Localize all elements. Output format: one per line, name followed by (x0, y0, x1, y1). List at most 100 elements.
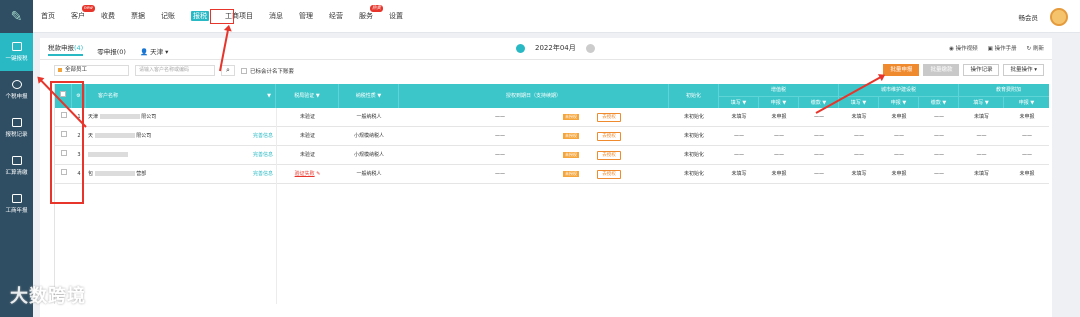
vat-pay: —— (814, 133, 824, 139)
col-taxpayer[interactable]: 纳税性质 ▼ (339, 84, 399, 108)
edu-fill[interactable]: 未填写 (959, 108, 1004, 127)
nav-bills[interactable]: 票据 (123, 0, 153, 33)
search-icon[interactable]: ⌕ (221, 65, 235, 76)
nav-messages[interactable]: 消息 (261, 0, 291, 33)
customer-name[interactable]: 天津 限公司 (88, 108, 218, 127)
nav-settings[interactable]: 设置 (381, 0, 411, 33)
customer-name[interactable]: 包 营部 (88, 165, 218, 184)
city-declare[interactable]: 未申报 (879, 108, 919, 127)
city-pay: —— (934, 114, 944, 120)
sidebar-item-one-click-tax[interactable]: 一键报税 (0, 33, 33, 71)
vat-declare[interactable]: —— (759, 146, 799, 165)
city-fill[interactable]: 未填写 (839, 108, 879, 127)
nav-fees[interactable]: 收费 (93, 0, 123, 33)
edu-fill[interactable]: —— (959, 127, 1004, 146)
vat-fill[interactable]: —— (719, 146, 759, 165)
city-fill[interactable]: —— (839, 127, 879, 146)
avatar[interactable] (1050, 7, 1068, 26)
table-row[interactable]: 1 天津 限公司 未验证 一般纳税人 —— 未授权 去授权 未初始化 未填写 未… (55, 108, 1049, 127)
batch-op-button[interactable]: 批量操作 ▾ (1003, 64, 1044, 76)
init-status[interactable]: 未初始化 (669, 146, 719, 165)
customer-name[interactable] (88, 146, 218, 165)
top-ops: ◉ 操作视频 ▣ 操作手册 ↻ 刷新 (949, 44, 1044, 52)
edu-fill[interactable]: 未填写 (959, 165, 1004, 184)
vat-declare[interactable]: 未申报 (759, 108, 799, 127)
authorize-button[interactable]: 去授权 (590, 165, 628, 184)
video-link[interactable]: ◉ 操作视频 (949, 44, 978, 52)
col-auth: 授权到期日（支持续期） (399, 84, 669, 108)
checkbox[interactable] (241, 67, 247, 74)
city-declare[interactable]: —— (879, 146, 919, 165)
edu-declare[interactable]: —— (1004, 146, 1049, 165)
sidebar-item-personal-tax[interactable]: 个税申报 (0, 71, 33, 109)
nav-customer[interactable]: 客户 new (63, 0, 95, 33)
calendar-icon (11, 194, 22, 203)
nav-manage[interactable]: 管理 (291, 0, 321, 33)
authorize-button[interactable]: 去授权 (590, 108, 628, 127)
sidebar-item-annual-report[interactable]: 工商年报 (0, 185, 33, 223)
init-status[interactable]: 未初始化 (669, 165, 719, 184)
cert-status: 未验证 (299, 114, 315, 120)
vat-declare[interactable]: 未申报 (759, 165, 799, 184)
customer-name[interactable]: 天 限公司 (88, 127, 218, 146)
region-select[interactable]: 👤 天津 ▾ (140, 46, 169, 56)
records-icon (11, 118, 22, 127)
complete-info-link[interactable]: 完善信息 (235, 146, 275, 165)
nav-services[interactable]: 服务 热卖 (351, 0, 383, 33)
col-cert[interactable]: 税局验证 ▼ (276, 84, 339, 108)
vat-fill[interactable]: —— (719, 127, 759, 146)
batch-declare-button[interactable]: 批量申报 (883, 64, 920, 76)
nav-bookkeeping[interactable]: 记账 (153, 0, 183, 33)
nav-operations[interactable]: 经营 (321, 0, 351, 33)
city-declare[interactable]: —— (879, 127, 919, 146)
city-pay: —— (934, 152, 944, 158)
col-customer[interactable]: 客户名称 ▼ (86, 84, 276, 108)
col-edu-declare[interactable]: 申报 ▼ (1004, 96, 1049, 108)
tab-zero-declare[interactable]: 零申报(0) (97, 46, 126, 56)
nav-home[interactable]: 首页 (33, 0, 63, 33)
col-city-pay[interactable]: 缴款 ▼ (919, 96, 959, 108)
col-vat-declare[interactable]: 申报 ▼ (759, 96, 799, 108)
col-edu-fill[interactable]: 填写 ▼ (959, 96, 1004, 108)
sidebar-item-label: 汇算清缴 (5, 170, 28, 176)
table-row[interactable]: 2 天 限公司 完善信息 未验证 小规模纳税人 —— 未授权 去授权 未初始化 … (55, 127, 1049, 146)
member-label[interactable]: 畅会员 (1019, 12, 1039, 22)
manual-link[interactable]: ▣ 操作手册 (988, 44, 1017, 52)
complete-info-link[interactable] (235, 108, 275, 127)
filter-checkbox[interactable]: 已标会计名下账套 (241, 67, 294, 75)
calculator-icon (11, 156, 22, 165)
sidebar-item-tax-records[interactable]: 报税记录 (0, 109, 33, 147)
op-log-button[interactable]: 操作记录 (963, 64, 1000, 76)
employee-select[interactable]: 全部员工 (54, 65, 129, 76)
edu-declare[interactable]: —— (1004, 127, 1049, 146)
cert-status[interactable]: 验证失败 ✎ (276, 165, 339, 184)
edu-fill[interactable]: —— (959, 146, 1004, 165)
init-status[interactable]: 未初始化 (669, 127, 719, 146)
next-month-button[interactable] (585, 43, 595, 53)
complete-info-link[interactable]: 完善信息 (235, 165, 275, 184)
col-city-declare[interactable]: 申报 ▼ (879, 96, 919, 108)
vat-pay: —— (814, 152, 824, 158)
authorize-button[interactable]: 去授权 (590, 146, 628, 165)
complete-info-link[interactable]: 完善信息 (235, 127, 275, 146)
table-row[interactable]: 4 包 营部 完善信息 验证失败 ✎ 一般纳税人 —— 未授权 去授权 未初始化… (55, 165, 1049, 184)
authorize-button[interactable]: 去授权 (590, 127, 628, 146)
vat-fill[interactable]: 未填写 (719, 165, 759, 184)
col-vat-fill[interactable]: 填写 ▼ (719, 96, 759, 108)
prev-month-button[interactable] (516, 43, 525, 53)
refresh-link[interactable]: ↻ 刷新 (1027, 44, 1044, 52)
table-row[interactable]: 3 完善信息 未验证 小规模纳税人 —— 未授权 去授权 未初始化 —— —— … (55, 146, 1049, 165)
edu-declare[interactable]: 未申报 (1004, 108, 1049, 127)
init-status[interactable]: 未初始化 (669, 108, 719, 127)
city-fill[interactable]: 未填写 (839, 165, 879, 184)
sidebar-item-annual-settlement[interactable]: 汇算清缴 (0, 147, 33, 185)
city-fill[interactable]: —— (839, 146, 879, 165)
edu-declare[interactable]: 未申报 (1004, 165, 1049, 184)
tab-tax-declare[interactable]: 税款申报(4) (48, 42, 84, 56)
customer-table: ⚙ 客户名称 ▼ 税局验证 ▼ 纳税性质 ▼ 授权到期日（支持续期） 初始化 增… (54, 84, 1049, 304)
city-declare[interactable]: 未申报 (879, 165, 919, 184)
batch-pay-button[interactable]: 批量缴款 (923, 64, 960, 76)
vat-declare[interactable]: —— (759, 127, 799, 146)
vat-fill[interactable]: 未填写 (719, 108, 759, 127)
search-input[interactable]: 请输入客户名称或编码 (135, 65, 215, 76)
